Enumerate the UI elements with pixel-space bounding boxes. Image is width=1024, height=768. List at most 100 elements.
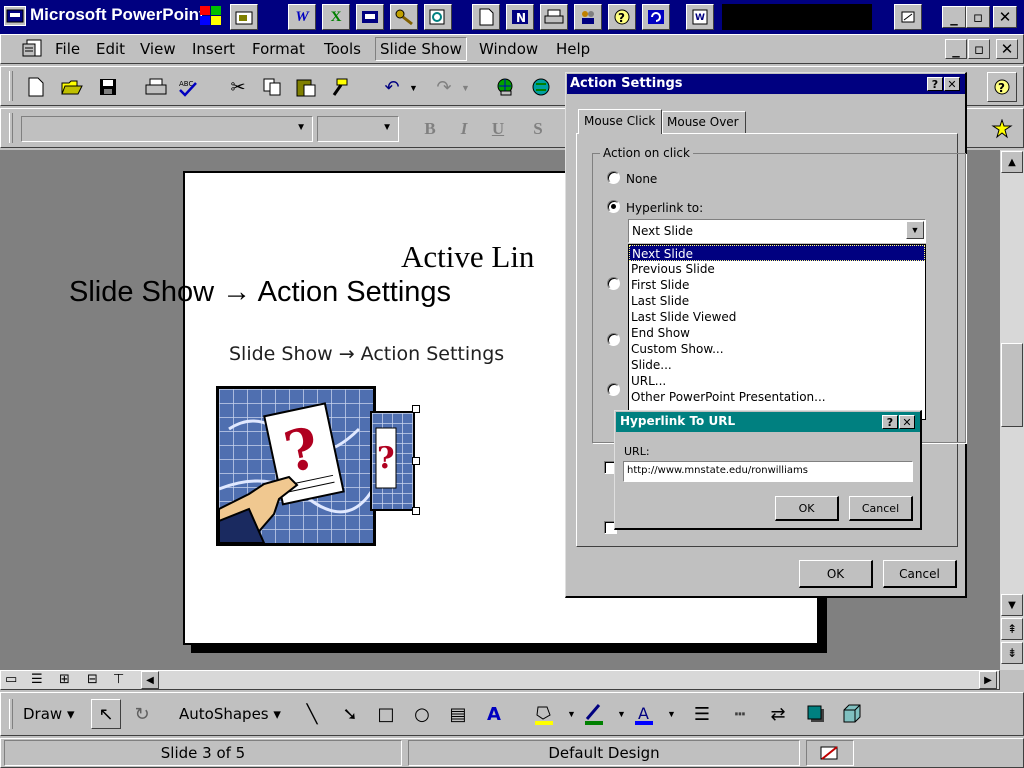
italic-button[interactable]: I bbox=[449, 114, 479, 144]
3d-icon[interactable] bbox=[837, 699, 867, 729]
dash-style-icon[interactable]: ┅ bbox=[725, 699, 755, 729]
list-option[interactable]: Previous Slide bbox=[629, 261, 925, 277]
powerpoint-app-icon[interactable] bbox=[4, 6, 26, 26]
list-option[interactable]: Last Slide bbox=[629, 293, 925, 309]
normal-view-icon[interactable]: ▭ bbox=[5, 672, 17, 687]
close-window-button[interactable]: ✕ bbox=[993, 6, 1017, 28]
select-objects-icon[interactable]: ↖ bbox=[91, 699, 121, 729]
radio-none-label[interactable]: None bbox=[626, 172, 657, 186]
shadow-icon[interactable] bbox=[801, 699, 831, 729]
ok-button[interactable]: OK bbox=[799, 560, 873, 588]
cancel-button[interactable]: Cancel bbox=[883, 560, 957, 588]
drawing-toolbar-grip[interactable] bbox=[9, 699, 13, 729]
menu-window[interactable]: Window bbox=[479, 40, 538, 58]
scroll-up-button[interactable]: ▲ bbox=[1001, 151, 1023, 173]
undo-dropdown-icon[interactable]: ▼ bbox=[409, 83, 418, 93]
printer-icon[interactable] bbox=[540, 4, 568, 30]
list-option[interactable]: URL... bbox=[629, 373, 925, 389]
menu-help[interactable]: Help bbox=[556, 40, 590, 58]
font-color-dropdown-icon[interactable]: ▼ bbox=[667, 709, 676, 719]
line-color-icon[interactable] bbox=[579, 699, 609, 729]
fill-color-dropdown-icon[interactable]: ▼ bbox=[567, 709, 576, 719]
chevron-down-icon[interactable]: ▼ bbox=[296, 122, 306, 133]
team-icon[interactable] bbox=[574, 4, 602, 30]
url-input[interactable]: http://www.mnstate.edu/ronwilliams bbox=[623, 461, 913, 482]
selection-handle[interactable] bbox=[412, 405, 420, 413]
paste-icon[interactable] bbox=[291, 72, 321, 102]
font-name-select[interactable]: ▼ bbox=[21, 116, 313, 142]
list-option[interactable]: Slide... bbox=[629, 357, 925, 373]
underline-button[interactable]: U bbox=[483, 114, 513, 144]
cut-icon[interactable]: ✂ bbox=[223, 72, 253, 102]
restore-app-icon[interactable] bbox=[894, 4, 922, 30]
slide-body-text[interactable]: Slide Show → Action Settings bbox=[229, 343, 504, 365]
wordart-icon[interactable]: A bbox=[479, 699, 509, 729]
redo-icon[interactable]: ↷ bbox=[429, 72, 459, 102]
bold-button[interactable]: B bbox=[415, 114, 445, 144]
help-button[interactable]: ? bbox=[882, 415, 898, 429]
fill-color-icon[interactable] bbox=[529, 699, 559, 729]
copy-icon[interactable] bbox=[257, 72, 287, 102]
outline-view-icon[interactable]: ☰ bbox=[31, 672, 43, 687]
previous-slide-button[interactable]: ⇞ bbox=[1001, 618, 1023, 640]
url-ok-button[interactable]: OK bbox=[775, 496, 839, 521]
radio-none[interactable] bbox=[607, 171, 620, 184]
word-icon[interactable]: W bbox=[288, 4, 316, 30]
list-option[interactable]: First Slide bbox=[629, 277, 925, 293]
excel-icon[interactable]: X bbox=[322, 4, 350, 30]
menu-insert[interactable]: Insert bbox=[192, 40, 235, 58]
hyperlink-url-titlebar[interactable]: Hyperlink To URL ? ✕ bbox=[616, 412, 920, 432]
font-size-select[interactable]: ▼ bbox=[317, 116, 399, 142]
url-cancel-button[interactable]: Cancel bbox=[849, 496, 913, 521]
scroll-thumb[interactable] bbox=[1001, 343, 1023, 427]
line-tool-icon[interactable]: ╲ bbox=[297, 699, 327, 729]
close-icon[interactable]: ✕ bbox=[944, 77, 960, 91]
scroll-down-button[interactable]: ▼ bbox=[1001, 594, 1023, 616]
draw-menu-button[interactable]: Draw ▾ bbox=[23, 705, 75, 723]
animation-effects-icon[interactable] bbox=[987, 114, 1017, 144]
list-option[interactable]: Custom Show... bbox=[629, 341, 925, 357]
help-button[interactable]: ? bbox=[927, 77, 943, 91]
undo-icon[interactable]: ↶ bbox=[377, 72, 407, 102]
line-color-dropdown-icon[interactable]: ▼ bbox=[617, 709, 626, 719]
document-menu-icon[interactable] bbox=[21, 38, 45, 60]
tab-mouse-over[interactable]: Mouse Over bbox=[662, 111, 746, 134]
office-shortcut-icon[interactable] bbox=[230, 4, 258, 30]
insert-hyperlink-icon[interactable] bbox=[491, 72, 521, 102]
shadow-button[interactable]: S bbox=[523, 114, 553, 144]
notes-icon[interactable]: N bbox=[506, 4, 534, 30]
doc-minimize-button[interactable]: _ bbox=[945, 39, 967, 59]
menu-format[interactable]: Format bbox=[252, 40, 305, 58]
minimize-window-button[interactable]: _ bbox=[942, 6, 966, 28]
menu-view[interactable]: View bbox=[140, 40, 176, 58]
radio-hyperlink[interactable] bbox=[607, 200, 620, 213]
line-style-icon[interactable]: ☰ bbox=[687, 699, 717, 729]
chevron-down-icon[interactable]: ▼ bbox=[906, 221, 924, 239]
new-document-icon[interactable] bbox=[472, 4, 500, 30]
slide-show-view-icon[interactable]: ⊤ bbox=[113, 672, 124, 687]
selection-handle[interactable] bbox=[412, 507, 420, 515]
arrow-style-icon[interactable]: ⇄ bbox=[763, 699, 793, 729]
action-settings-titlebar[interactable]: Action Settings ? ✕ bbox=[567, 74, 965, 94]
spelling-icon[interactable]: ABC bbox=[173, 72, 203, 102]
selected-clipart-copy[interactable]: ? bbox=[370, 411, 415, 511]
new-icon[interactable] bbox=[21, 72, 51, 102]
office-assistant-icon[interactable]: ? bbox=[987, 72, 1017, 102]
radio-object-action[interactable] bbox=[607, 383, 620, 396]
find-icon[interactable] bbox=[424, 4, 452, 30]
web-toolbar-icon[interactable] bbox=[527, 72, 557, 102]
hyperlink-select[interactable]: Next Slide ▼ bbox=[628, 219, 926, 243]
refresh-icon[interactable] bbox=[642, 4, 670, 30]
scroll-right-button[interactable]: ▶ bbox=[979, 671, 997, 689]
open-icon[interactable] bbox=[57, 72, 87, 102]
format-painter-icon[interactable] bbox=[325, 72, 355, 102]
redo-dropdown-icon[interactable]: ▼ bbox=[461, 83, 470, 93]
list-option[interactable]: End Show bbox=[629, 325, 925, 341]
next-slide-button[interactable]: ⇟ bbox=[1001, 642, 1023, 664]
radio-run-macro[interactable] bbox=[607, 333, 620, 346]
toolbar-grip[interactable] bbox=[9, 71, 13, 101]
doc-close-button[interactable]: ✕ bbox=[996, 39, 1018, 59]
arrow-tool-icon[interactable]: ➘ bbox=[335, 699, 365, 729]
maximize-window-button[interactable]: ▫ bbox=[966, 6, 990, 28]
hyperlink-options-list[interactable]: Next Slide Previous Slide First Slide La… bbox=[628, 244, 926, 420]
